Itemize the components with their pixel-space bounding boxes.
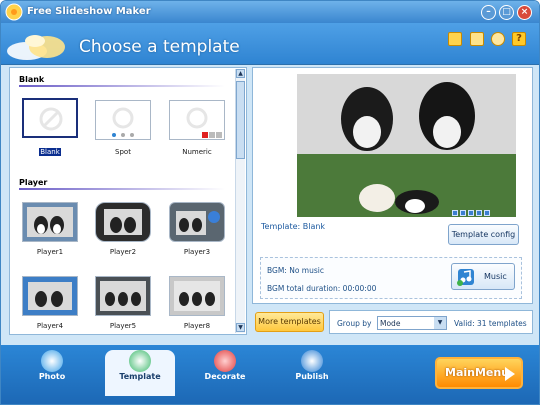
template-thumb-player8[interactable] — [169, 276, 225, 316]
user-icon[interactable] — [491, 32, 505, 46]
tab-label: Decorate — [204, 372, 246, 381]
template-thumb-player3[interactable] — [169, 202, 225, 242]
section-title-blank: Blank — [19, 75, 45, 84]
heart-icon — [214, 350, 236, 372]
scroll-up-icon[interactable]: ▲ — [236, 69, 245, 78]
puppies-photo — [27, 207, 73, 237]
preview-nav-dot[interactable] — [460, 210, 466, 216]
empty-placeholder-icon — [39, 107, 63, 131]
template-thumb-player1[interactable] — [22, 202, 78, 242]
title-bar: Free Slideshow Maker – □ × — [1, 1, 539, 23]
template-label: Template: — [261, 222, 301, 231]
group-by-select[interactable]: Mode ▼ — [377, 316, 447, 330]
puppies-photo — [174, 281, 220, 311]
filter-bar: Group by Mode ▼ Valid: 31 templates — [329, 310, 533, 334]
template-caption-player8: Player8 — [183, 322, 211, 330]
puppies-photo — [176, 211, 220, 235]
template-caption-spot: Spot — [115, 148, 131, 156]
group-by-label: Group by — [337, 319, 372, 328]
template-caption-player4: Player4 — [36, 322, 64, 330]
template-config-button[interactable]: Template config — [448, 224, 519, 245]
tab-publish[interactable]: Publish — [282, 350, 342, 392]
section-divider — [19, 188, 225, 190]
template-thumb-numeric[interactable] — [169, 100, 225, 140]
bgm-duration-text: BGM total duration: 00:00:00 — [267, 284, 377, 293]
preview-image — [297, 74, 516, 217]
chevron-down-icon: ▼ — [434, 317, 446, 329]
photo-icon — [41, 350, 63, 372]
tab-label: Photo — [38, 372, 66, 381]
template-caption-blank: Blank — [39, 148, 61, 156]
template-thumb-player2[interactable] — [95, 202, 151, 242]
tab-photo[interactable]: Photo — [22, 350, 82, 392]
puppies-photo — [28, 282, 72, 310]
template-icon — [129, 350, 151, 372]
bgm-music-text: BGM: No music — [267, 266, 324, 275]
template-caption-player5: Player5 — [109, 322, 137, 330]
section-divider — [19, 85, 225, 87]
scrollbar-thumb[interactable] — [236, 81, 245, 159]
music-note-icon — [457, 269, 474, 286]
template-caption-player1: Player1 — [36, 248, 64, 256]
preview-photo — [297, 74, 516, 217]
maximize-button[interactable]: □ — [499, 5, 514, 20]
preview-nav-dot[interactable] — [476, 210, 482, 216]
template-thumb-player5[interactable] — [95, 276, 151, 316]
template-caption-player3: Player3 — [183, 248, 211, 256]
save-icon[interactable] — [470, 32, 484, 46]
music-button[interactable]: Music — [451, 263, 515, 290]
minimize-button[interactable]: – — [481, 5, 496, 20]
template-thumb-blank[interactable] — [22, 98, 78, 138]
music-button-label: Music — [484, 272, 507, 281]
flower-logo-icon — [7, 35, 65, 60]
template-list-panel: Blank Blank Spot Numeric Player Player1 … — [9, 67, 247, 335]
puppies-photo — [100, 281, 146, 311]
empty-placeholder-icon — [112, 107, 134, 137]
tab-decorate[interactable]: Decorate — [195, 350, 255, 392]
app-window: Free Slideshow Maker – □ × Choose a temp… — [0, 0, 540, 405]
template-thumb-spot[interactable] — [95, 100, 151, 140]
main-menu-label: MainMenu — [445, 366, 510, 379]
template-info: Template: Blank — [261, 222, 325, 231]
preview-nav-dot[interactable] — [452, 210, 458, 216]
tab-label: Template — [119, 372, 161, 381]
page-title: Choose a template — [79, 37, 240, 57]
arrow-right-icon — [505, 367, 515, 381]
empty-placeholder-icon — [186, 107, 222, 138]
publish-icon — [301, 350, 323, 372]
preview-nav-dot[interactable] — [468, 210, 474, 216]
help-icon[interactable]: ? — [512, 32, 526, 46]
scroll-down-icon[interactable]: ▼ — [236, 323, 245, 332]
puppies-photo — [104, 209, 142, 235]
close-button[interactable]: × — [517, 5, 532, 20]
folder-icon[interactable] — [448, 32, 462, 46]
app-logo-icon — [5, 3, 23, 21]
section-title-player: Player — [19, 178, 48, 187]
template-list-scrollbar[interactable]: ▲ ▼ — [235, 69, 245, 333]
page-header: Choose a template ? — [1, 23, 539, 65]
tab-template[interactable]: Template — [105, 350, 175, 396]
template-name: Blank — [302, 222, 326, 231]
window-title: Free Slideshow Maker — [27, 6, 151, 17]
group-by-value: Mode — [380, 319, 401, 328]
more-templates-button[interactable]: More templates — [255, 312, 324, 332]
preview-nav-dot[interactable] — [484, 210, 490, 216]
template-caption-numeric: Numeric — [182, 148, 212, 156]
valid-templates-count: Valid: 31 templates — [454, 319, 527, 328]
template-thumb-player4[interactable] — [22, 276, 78, 316]
tab-label: Publish — [295, 372, 329, 381]
main-menu-button[interactable]: MainMenu — [435, 357, 523, 389]
template-caption-player2: Player2 — [109, 248, 137, 256]
